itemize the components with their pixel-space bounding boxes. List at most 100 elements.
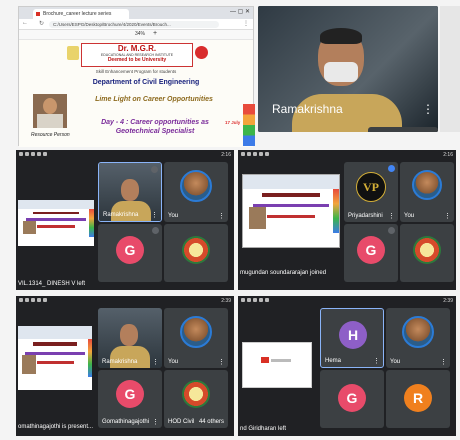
shared-window: [242, 342, 312, 388]
avatar: [180, 170, 212, 202]
person-head: [121, 179, 139, 201]
self-tile[interactable]: You ⋮: [164, 162, 228, 222]
collage: Brochure_career lecture series — ▢ ✕ ← ↻…: [0, 0, 460, 440]
status-time: 2:16: [443, 152, 453, 158]
more-icon[interactable]: ⋮: [151, 212, 158, 219]
participant-name: You: [390, 359, 401, 365]
shared-slide: [18, 326, 92, 390]
logo-right: [195, 46, 208, 59]
emblem-avatar: [413, 236, 441, 264]
more-icon[interactable]: ⋮: [388, 213, 395, 220]
phone-screen-3: 2:39 Ramakrishna ⋮ You ⋮ G Gomathinagajo…: [16, 296, 234, 436]
participant-tile[interactable]: G Gomathinagajothi ⋮: [98, 370, 162, 428]
back-icon[interactable]: ←: [22, 20, 28, 26]
more-icon[interactable]: ⋮: [444, 213, 451, 220]
participant-tile[interactable]: Ramakrishna ⋮: [98, 308, 162, 368]
theme-title: Lime Light on Career Opportunities: [95, 96, 213, 103]
self-tile[interactable]: You ⋮: [400, 162, 454, 222]
participant-name: Ramakrishna: [103, 212, 139, 218]
participant-name: You: [404, 213, 415, 219]
others-count: 44 others: [198, 419, 224, 425]
shared-slide: [242, 174, 340, 248]
day-title: Day - 4 : Career opportunities as Geotec…: [101, 119, 209, 135]
zoom-in-icon[interactable]: +: [153, 30, 157, 37]
speaker-video: Ramakrishna ⋮: [258, 6, 438, 132]
browser-addressbar: ← ↻ C:/Users/ESPG/Desktop/Brochure/4/202…: [19, 19, 253, 30]
date-badge: 17 July: [225, 120, 241, 125]
more-icon[interactable]: ⋮: [373, 358, 380, 365]
window-controls[interactable]: — ▢ ✕: [230, 8, 250, 15]
more-icon[interactable]: ⋮: [218, 213, 225, 220]
participant-name: Gomathinagajothi: [102, 419, 150, 425]
tab-title: Brochure_career lecture series: [43, 11, 112, 17]
pdf-icon: [36, 12, 40, 16]
participant-tile[interactable]: [164, 224, 228, 282]
mic-icon: [388, 165, 395, 172]
participant-tile[interactable]: G: [98, 224, 162, 282]
status-bar: 2:16: [16, 150, 234, 160]
event-toast: nd Giridharan left: [240, 426, 287, 432]
self-tile[interactable]: You ⋮: [164, 308, 228, 368]
slide: Dr. M.G.R. EDUCATIONAL AND RESEARCH INST…: [19, 40, 255, 147]
avatar: [412, 170, 442, 200]
call-bar: [368, 127, 438, 132]
participant-name: Priyadarshini: [348, 213, 383, 219]
mic-icon: [388, 227, 395, 234]
more-icon[interactable]: ⋮: [152, 359, 159, 366]
more-options-icon[interactable]: ⋮: [422, 102, 434, 116]
status-bar: 2:39: [16, 296, 234, 306]
url-field[interactable]: C:/Users/ESPG/Desktop/Brochure/4/2020/Ev…: [49, 21, 219, 28]
notification-icons: [19, 298, 49, 304]
zoom-level: 34%: [135, 31, 146, 37]
self-tile[interactable]: You ⋮: [386, 308, 450, 368]
emblem-avatar: [182, 380, 210, 408]
status-bar: 2:39: [238, 296, 456, 306]
phone-screen-4: 2:39 H Hema ⋮ You ⋮ G R nd Giridharan le…: [238, 296, 456, 436]
side-panel: [440, 6, 460, 132]
program-label: Skill Enhancement Program for students: [95, 69, 177, 74]
notification-icons: [19, 152, 49, 158]
speaker-hair: [320, 28, 362, 44]
institute-banner: Dr. M.G.R. EDUCATIONAL AND RESEARCH INST…: [81, 43, 193, 67]
participant-tile[interactable]: [400, 224, 454, 282]
org-name: Dr. M.G.R.: [117, 44, 157, 53]
more-icon[interactable]: ⋮: [440, 359, 447, 366]
reload-icon[interactable]: ↻: [39, 20, 44, 27]
status-bar: 2:16: [238, 150, 456, 160]
speaker-name-label: Ramakrishna: [272, 102, 343, 116]
status-time: 2:16: [221, 152, 231, 158]
participant-tile[interactable]: Ramakrishna ⋮: [98, 162, 162, 222]
browser-tab[interactable]: Brochure_career lecture series: [33, 9, 129, 19]
letter-avatar: R: [404, 384, 432, 412]
speaker-photo: [33, 94, 67, 128]
participant-name: Ramakrishna: [102, 359, 138, 365]
participant-tile[interactable]: G: [344, 224, 398, 282]
resource-person-label: Resource Person: [31, 132, 70, 138]
participant-tile[interactable]: HOD Civil 44 others: [164, 370, 228, 428]
phone-screen-2: 2:16 VP Priyadarshini ⋮ You ⋮ G mugundan…: [238, 150, 456, 290]
pdf-toolbar: 34% +: [19, 30, 253, 40]
letter-avatar: G: [116, 380, 144, 408]
participant-tile[interactable]: VP Priyadarshini ⋮: [344, 162, 398, 222]
logo-left: [67, 46, 79, 60]
participant-name: You: [168, 359, 179, 365]
letter-avatar: G: [357, 236, 385, 264]
browser-window: Brochure_career lecture series — ▢ ✕ ← ↻…: [18, 6, 255, 147]
avatar: [180, 316, 212, 348]
browser-tabbar: Brochure_career lecture series — ▢ ✕: [19, 7, 253, 19]
notification-icons: [241, 298, 271, 304]
participant-name: You: [168, 213, 179, 219]
slide-color-strip: [243, 104, 255, 146]
menu-icon[interactable]: ⋮: [243, 20, 249, 27]
more-icon[interactable]: ⋮: [218, 359, 225, 366]
deemed-label: Deemed to be University: [107, 57, 167, 63]
event-toast: omathinagajothi is present...: [18, 424, 94, 430]
participant-tile[interactable]: G: [320, 370, 384, 428]
participant-tile[interactable]: H Hema ⋮: [320, 308, 384, 368]
vp-logo-avatar: VP: [356, 172, 386, 202]
participant-name: HOD Civil: [168, 419, 195, 425]
letter-avatar: G: [338, 384, 366, 412]
more-icon[interactable]: ⋮: [152, 419, 159, 426]
person-head: [120, 324, 138, 346]
participant-tile[interactable]: R: [386, 370, 450, 428]
